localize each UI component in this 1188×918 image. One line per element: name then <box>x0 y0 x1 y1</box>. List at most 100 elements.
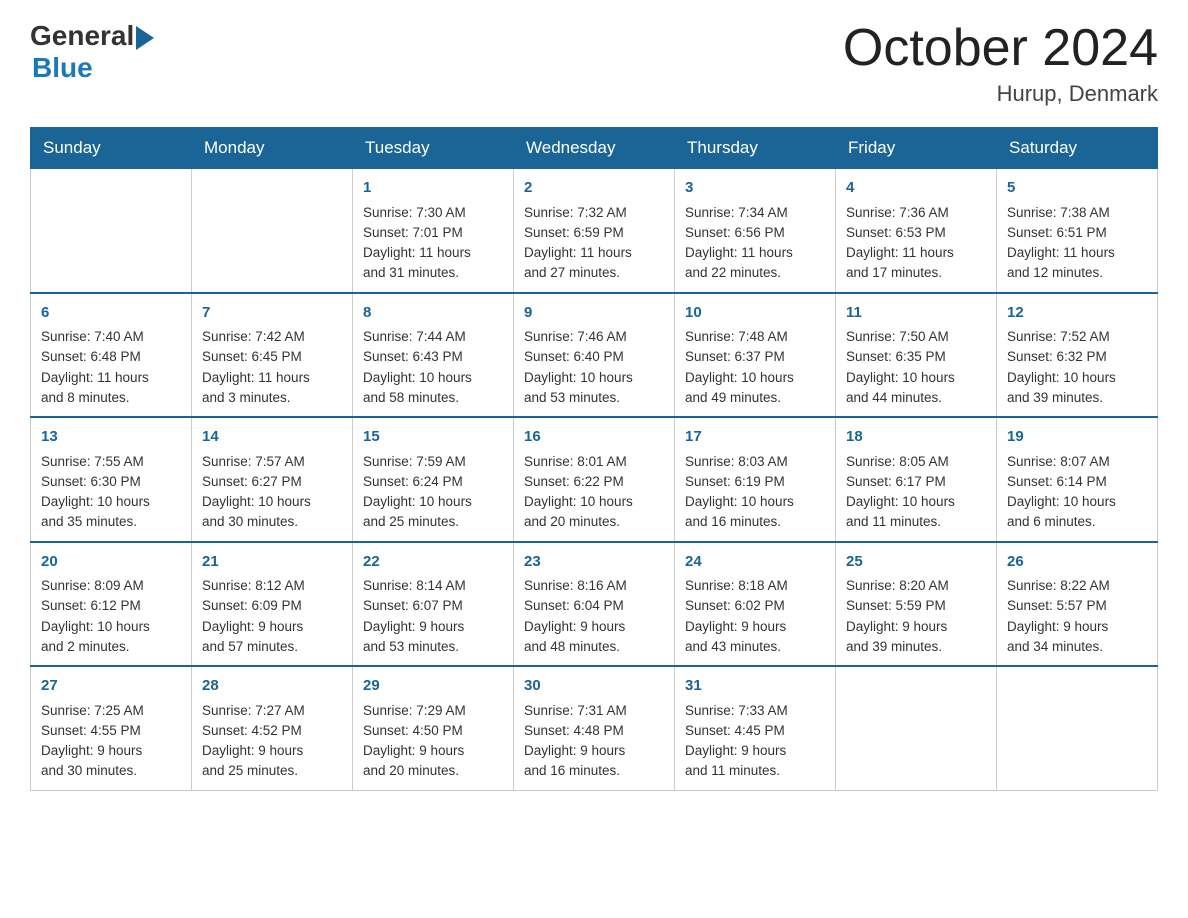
day-info: and 3 minutes. <box>202 388 342 408</box>
day-info: Sunrise: 7:31 AM <box>524 701 664 721</box>
day-info: Sunset: 6:53 PM <box>846 223 986 243</box>
day-info: and 20 minutes. <box>524 512 664 532</box>
calendar-cell: 19Sunrise: 8:07 AMSunset: 6:14 PMDayligh… <box>997 417 1158 542</box>
day-info: Sunset: 6:56 PM <box>685 223 825 243</box>
day-info: Daylight: 11 hours <box>41 368 181 388</box>
day-info: and 6 minutes. <box>1007 512 1147 532</box>
day-info: and 16 minutes. <box>685 512 825 532</box>
day-info: Sunset: 6:27 PM <box>202 472 342 492</box>
day-info: Daylight: 11 hours <box>202 368 342 388</box>
calendar-header-tuesday: Tuesday <box>353 128 514 169</box>
day-info: Daylight: 9 hours <box>41 741 181 761</box>
calendar-header-wednesday: Wednesday <box>514 128 675 169</box>
day-info: and 35 minutes. <box>41 512 181 532</box>
day-info: Sunrise: 8:01 AM <box>524 452 664 472</box>
day-info: Daylight: 9 hours <box>685 617 825 637</box>
calendar-header-sunday: Sunday <box>31 128 192 169</box>
day-number: 15 <box>363 426 503 449</box>
day-info: Daylight: 9 hours <box>846 617 986 637</box>
day-number: 21 <box>202 551 342 574</box>
day-info: Sunset: 6:09 PM <box>202 596 342 616</box>
calendar-cell: 15 Sunrise: 7:59 AMSunset: 6:24 PMDayligh… <box>353 417 514 542</box>
day-info: Sunrise: 7:40 AM <box>41 327 181 347</box>
day-info: Sunrise: 7:29 AM <box>363 701 503 721</box>
day-info: and 53 minutes. <box>363 637 503 657</box>
calendar-cell: 27Sunrise: 7:25 AMSunset: 4:55 PMDayligh… <box>31 666 192 790</box>
calendar-table: SundayMondayTuesdayWednesdayThursdayFrid… <box>30 127 1158 791</box>
day-info: Sunset: 7:01 PM <box>363 223 503 243</box>
calendar-week-row: 1Sunrise: 7:30 AMSunset: 7:01 PMDaylight… <box>31 169 1158 293</box>
calendar-cell: 13Sunrise: 7:55 AMSunset: 6:30 PMDayligh… <box>31 417 192 542</box>
calendar-cell: 4Sunrise: 7:36 AMSunset: 6:53 PMDaylight… <box>836 169 997 293</box>
calendar-cell: 7Sunrise: 7:42 AMSunset: 6:45 PMDaylight… <box>192 293 353 418</box>
day-info: Daylight: 10 hours <box>363 492 503 512</box>
calendar-week-row: 20Sunrise: 8:09 AMSunset: 6:12 PMDayligh… <box>31 542 1158 667</box>
day-number: 1 <box>363 177 503 200</box>
day-info: Sunrise: 7:50 AM <box>846 327 986 347</box>
day-info: Sunset: 4:55 PM <box>41 721 181 741</box>
page-header: General Blue October 2024 Hurup, Denmark <box>30 20 1158 107</box>
calendar-header-saturday: Saturday <box>997 128 1158 169</box>
calendar-cell: 6Sunrise: 7:40 AMSunset: 6:48 PMDaylight… <box>31 293 192 418</box>
day-info: Sunrise: 7:38 AM <box>1007 203 1147 223</box>
day-info: Sunset: 6:12 PM <box>41 596 181 616</box>
calendar-cell: 18Sunrise: 8:05 AMSunset: 6:17 PMDayligh… <box>836 417 997 542</box>
day-info: Daylight: 10 hours <box>846 492 986 512</box>
day-info: Sunrise: 7:34 AM <box>685 203 825 223</box>
day-info: Daylight: 9 hours <box>363 617 503 637</box>
calendar-cell: 31Sunrise: 7:33 AMSunset: 4:45 PMDayligh… <box>675 666 836 790</box>
day-info: Daylight: 10 hours <box>846 368 986 388</box>
day-info: Daylight: 10 hours <box>41 492 181 512</box>
day-info: Sunrise: 7:36 AM <box>846 203 986 223</box>
calendar-week-row: 6Sunrise: 7:40 AMSunset: 6:48 PMDaylight… <box>31 293 1158 418</box>
calendar-cell: 17Sunrise: 8:03 AMSunset: 6:19 PMDayligh… <box>675 417 836 542</box>
day-number: 5 <box>1007 177 1147 200</box>
day-info: Sunrise: 7:42 AM <box>202 327 342 347</box>
calendar-cell: 14Sunrise: 7:57 AMSunset: 6:27 PMDayligh… <box>192 417 353 542</box>
day-info: and 12 minutes. <box>1007 263 1147 283</box>
day-info: Sunrise: 7:25 AM <box>41 701 181 721</box>
month-title: October 2024 <box>843 20 1158 77</box>
title-area: October 2024 Hurup, Denmark <box>843 20 1158 107</box>
day-info: and 16 minutes. <box>524 761 664 781</box>
day-info: and 58 minutes. <box>363 388 503 408</box>
day-info: Sunrise: 7:48 AM <box>685 327 825 347</box>
day-info: and 31 minutes. <box>363 263 503 283</box>
day-info: Sunset: 6:51 PM <box>1007 223 1147 243</box>
day-info: Sunrise: 7:57 AM <box>202 452 342 472</box>
day-info: Sunrise: 8:14 AM <box>363 576 503 596</box>
day-number: 8 <box>363 302 503 325</box>
day-info: Sunset: 6:22 PM <box>524 472 664 492</box>
day-info: Sunrise: 8:20 AM <box>846 576 986 596</box>
day-number: 18 <box>846 426 986 449</box>
calendar-cell: 26Sunrise: 8:22 AMSunset: 5:57 PMDayligh… <box>997 542 1158 667</box>
day-info: Sunrise: 8:09 AM <box>41 576 181 596</box>
day-info: Sunset: 6:24 PM <box>363 472 503 492</box>
day-info: Sunrise: 8:03 AM <box>685 452 825 472</box>
day-number: 3 <box>685 177 825 200</box>
calendar-cell: 24Sunrise: 8:18 AMSunset: 6:02 PMDayligh… <box>675 542 836 667</box>
day-info: Sunrise: 7:33 AM <box>685 701 825 721</box>
day-info: Sunrise: 7:59 AM <box>363 452 503 472</box>
day-info: and 39 minutes. <box>1007 388 1147 408</box>
day-info: Daylight: 9 hours <box>202 617 342 637</box>
day-number: 28 <box>202 675 342 698</box>
day-info: Sunset: 6:14 PM <box>1007 472 1147 492</box>
day-info: and 25 minutes. <box>363 512 503 532</box>
calendar-header-friday: Friday <box>836 128 997 169</box>
day-info: Sunset: 5:59 PM <box>846 596 986 616</box>
day-info: Daylight: 11 hours <box>685 243 825 263</box>
day-number: 23 <box>524 551 664 574</box>
day-number: 29 <box>363 675 503 698</box>
logo: General Blue <box>30 20 154 84</box>
day-number: 25 <box>846 551 986 574</box>
day-info: Sunset: 6:35 PM <box>846 347 986 367</box>
day-info: Daylight: 10 hours <box>41 617 181 637</box>
calendar-cell: 30Sunrise: 7:31 AMSunset: 4:48 PMDayligh… <box>514 666 675 790</box>
calendar-cell: 29Sunrise: 7:29 AMSunset: 4:50 PMDayligh… <box>353 666 514 790</box>
day-info: Sunrise: 7:52 AM <box>1007 327 1147 347</box>
day-info: Sunset: 6:17 PM <box>846 472 986 492</box>
day-info: and 43 minutes. <box>685 637 825 657</box>
day-number: 4 <box>846 177 986 200</box>
day-info: Sunset: 6:37 PM <box>685 347 825 367</box>
